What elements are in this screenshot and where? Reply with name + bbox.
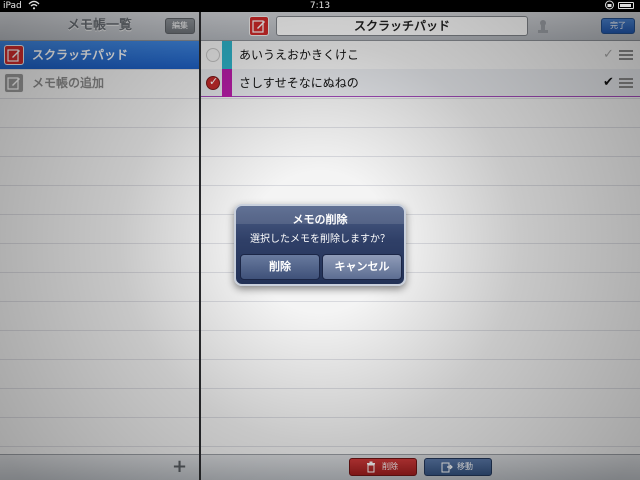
battery-icon (618, 2, 634, 9)
reorder-handle-icon[interactable] (619, 50, 633, 60)
sidebar-item-scratchpad[interactable]: スクラッチパッド (0, 41, 199, 69)
delete-button[interactable]: 削除 (349, 458, 417, 476)
checkmark-icon[interactable]: ✓ (603, 41, 614, 69)
trash-icon (366, 461, 376, 479)
notepad-add-icon (4, 73, 24, 93)
main-toolbar: 削除 移動 (201, 454, 640, 480)
sidebar-navbar: メモ帳一覧 編集 (0, 12, 199, 41)
settings-icon[interactable] (537, 18, 549, 34)
dialog-message: 選択したメモを削除しますか？ (250, 234, 390, 245)
cancel-button[interactable]: キャンセル (322, 254, 402, 280)
checkmark-icon[interactable]: ✔ (603, 69, 614, 97)
delete-label: 削除 (382, 462, 398, 471)
notebook-list-pane: メモ帳一覧 編集 スクラッチパッド メモ帳の追加 + (0, 12, 199, 480)
confirm-delete-button[interactable]: 削除 (240, 254, 320, 280)
main-navbar: スクラッチパッド 完了 (201, 12, 640, 41)
move-icon (441, 461, 453, 479)
select-radio[interactable]: ✓ (206, 75, 220, 90)
select-radio[interactable] (206, 48, 220, 62)
reorder-handle-icon[interactable] (619, 78, 633, 88)
note-text: あいうえおかきくけこ (239, 48, 360, 62)
done-button[interactable]: 完了 (601, 18, 635, 34)
sidebar-item-label: メモ帳の追加 (32, 76, 105, 90)
clock: 7:13 (309, 1, 331, 11)
move-label: 移動 (457, 462, 473, 471)
sidebar-item-label: スクラッチパッド (32, 48, 129, 62)
note-row[interactable]: ✓ さしすせそなにぬねの ✔ (201, 69, 640, 97)
notebook-title-field[interactable]: スクラッチパッド (276, 16, 528, 36)
add-icon[interactable]: + (172, 456, 187, 477)
radio-check-icon: ✓ (209, 75, 219, 88)
status-bar: iPad 7:13 (0, 0, 640, 12)
note-row[interactable]: あいうえおかきくけこ ✓ (201, 41, 640, 69)
note-text: さしすせそなにぬねの (239, 76, 359, 90)
move-button[interactable]: 移動 (424, 458, 492, 476)
color-tag (222, 41, 232, 69)
color-tag (222, 69, 232, 97)
dialog-title: メモの削除 (292, 213, 348, 226)
sidebar-toolbar: + (0, 454, 199, 480)
sidebar-item-add-notebook[interactable]: メモ帳の追加 (0, 69, 199, 97)
notepad-pencil-icon (4, 45, 24, 65)
notepad-pencil-icon (249, 16, 269, 36)
delete-confirm-dialog: メモの削除 選択したメモを削除しますか？ 削除 キャンセル (234, 204, 406, 286)
edit-button[interactable]: 編集 (165, 18, 195, 34)
